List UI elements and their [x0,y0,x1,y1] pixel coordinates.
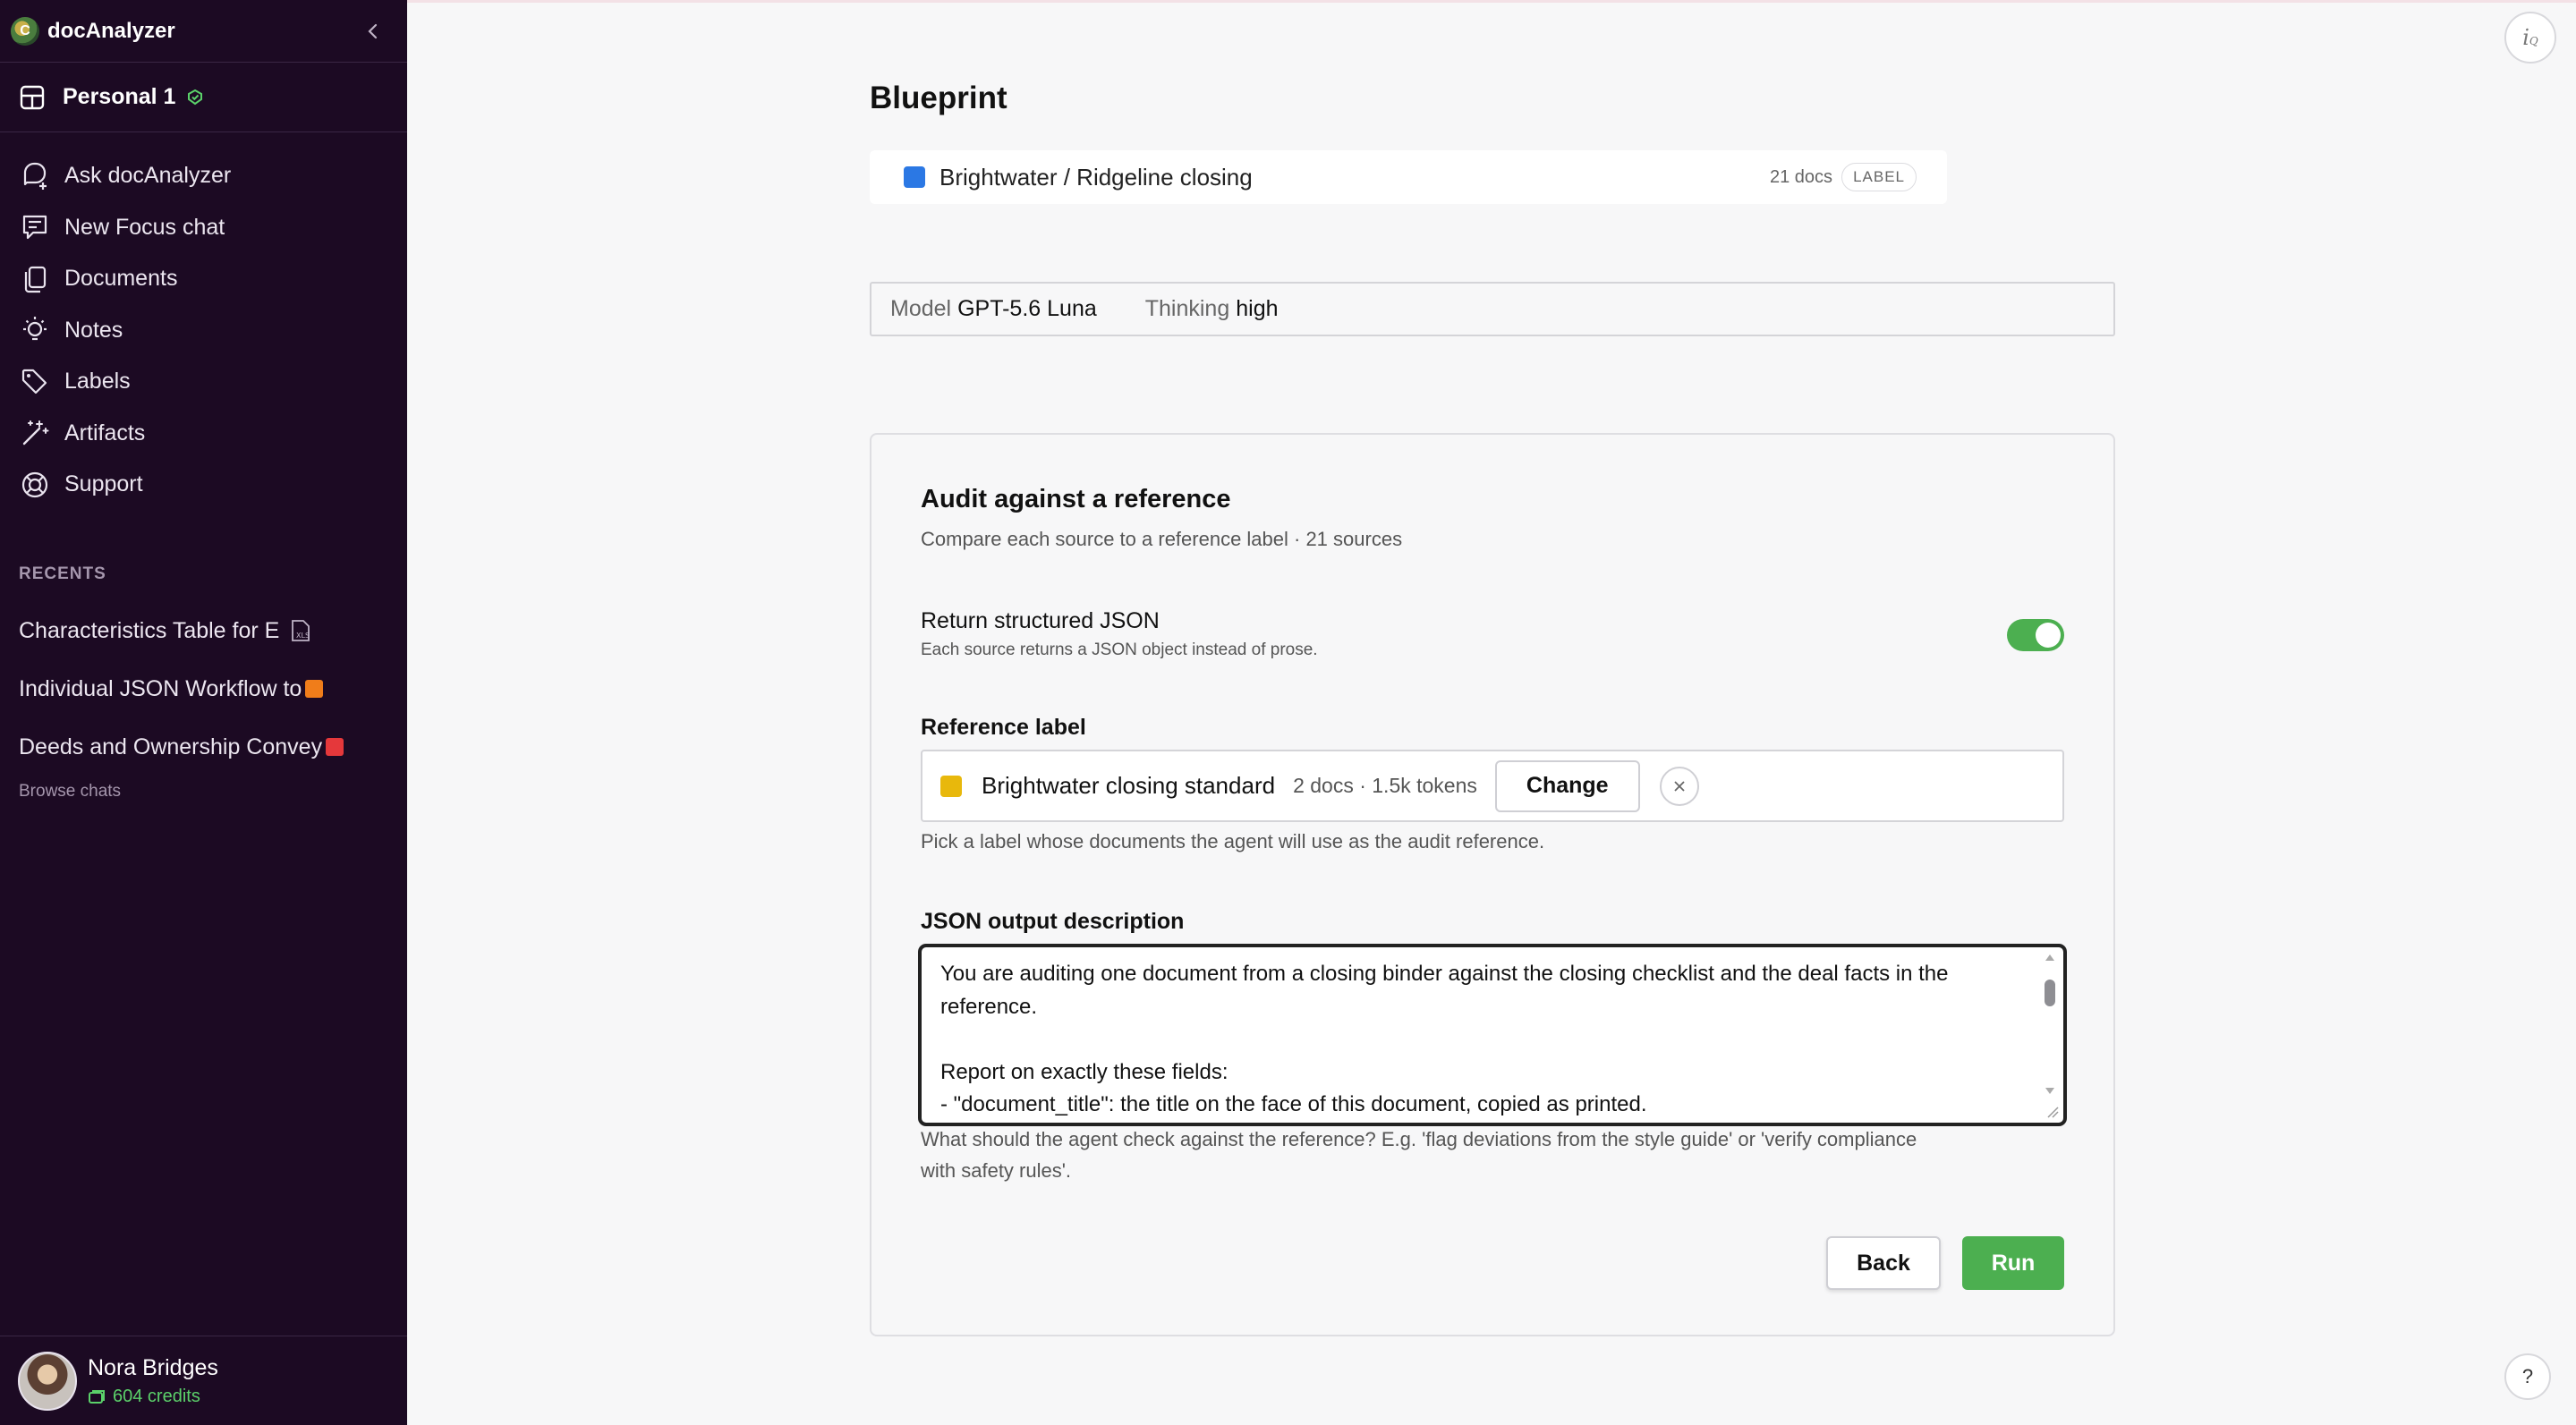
close-icon [1673,780,1685,792]
thinking-value: high [1236,296,1279,321]
source-type-badge: LABEL [1841,163,1917,191]
nav-label: Documents [64,266,178,292]
workspace-grid-icon [20,85,45,109]
documents-icon [24,266,47,293]
lightbulb-icon [23,317,47,341]
main-nav: Ask docAnalyzer New Focus chat Documents [0,132,407,511]
json-output-hint: What should the agent check against the … [921,1128,1917,1182]
blueprint-source-name: Brightwater / Ridgeline closing [939,163,1253,191]
page-title: Blueprint [870,81,1007,115]
recent-chat-item[interactable]: Deeds and Ownership Convey [0,718,407,776]
reference-label-name: Brightwater closing standard [982,772,1276,799]
change-reference-button[interactable]: Change [1494,759,1640,812]
workspace-switcher[interactable]: Personal 1 [0,63,407,132]
model-key: Model [890,296,952,321]
blueprint-source-row[interactable]: Brightwater / Ridgeline closing 21 docs … [870,150,1947,204]
json-toggle-label: Return structured JSON [921,608,1160,633]
json-output-value: You are auditing one document from a clo… [940,962,1949,1116]
audit-card: Audit against a reference Compare each s… [870,433,2115,1336]
help-button[interactable]: ? [2504,1353,2551,1400]
card-title: Audit against a reference [921,485,1231,513]
collapse-sidebar-button[interactable] [360,18,387,45]
scroll-thumb[interactable] [2045,980,2055,1006]
recent-chat-label: Deeds and Ownership Convey [19,734,323,759]
top-accent-line [407,0,2576,3]
label-color-chip [305,680,324,698]
spreadsheet-file-icon: XLS [292,620,310,641]
blueprint-doc-count: 21 docs [1770,166,1833,187]
model-settings-bar[interactable]: Model GPT-5.6 Luna Thinking high [870,282,2115,336]
resize-handle-icon[interactable] [2044,1103,2060,1119]
browse-chats-link[interactable]: Browse chats [0,782,407,802]
nav-ask-docanalyzer[interactable]: Ask docAnalyzer [0,150,407,202]
scroll-up-icon [2045,954,2054,961]
recent-chat-label: Individual JSON Workflow to [19,675,302,701]
tag-icon [21,369,47,394]
recents-heading: RECENTS [19,564,106,583]
magic-wand-icon [22,420,49,445]
reference-label-meta: 2 docs · 1.5k tokens [1293,774,1477,797]
info-icon: iQ [2522,25,2538,50]
focus-chat-icon [22,216,47,240]
reference-label-hint: Pick a label whose documents the agent w… [921,830,1545,852]
toggle-knob [2036,623,2061,648]
credits-icon [89,1390,105,1404]
nav-labels[interactable]: Labels [0,356,407,408]
card-subtitle: Compare each source to a reference label… [921,528,1403,550]
app-logo-icon: C [11,16,39,46]
scroll-down-icon [2045,1088,2054,1094]
brand[interactable]: C docAnalyzer [0,0,407,63]
nav-label: Notes [64,317,123,343]
workspace-name: Personal 1 [63,84,176,109]
verified-badge-icon [188,89,203,105]
recents-list: Characteristics Table for E XLS Individu… [0,602,407,776]
user-name: Nora Bridges [88,1354,218,1380]
label-color-chip [940,775,962,797]
nav-label: Labels [64,369,131,394]
nav-notes[interactable]: Notes [0,305,407,357]
label-color-chip [326,738,344,756]
thinking-key: Thinking [1144,296,1230,321]
textarea-scrollbar[interactable] [2042,953,2058,1117]
nav-label: Artifacts [64,420,146,445]
nav-documents[interactable]: Documents [0,253,407,305]
chat-plus-icon [23,162,47,190]
back-button[interactable]: Back [1826,1236,1941,1290]
structured-json-toggle[interactable] [2007,619,2064,651]
json-output-heading: JSON output description [921,909,1185,934]
user-profile[interactable]: Nora Bridges 604 credits [0,1336,407,1425]
run-button[interactable]: Run [1962,1236,2064,1290]
avatar [18,1351,77,1411]
svg-text:XLS: XLS [296,632,310,640]
model-value: GPT-5.6 Luna [957,296,1097,321]
sidebar: C docAnalyzer Personal 1 Ask docAnalyzer [0,0,407,1425]
user-credits: 604 credits [88,1387,218,1407]
nav-support[interactable]: Support [0,459,407,511]
nav-label: Ask docAnalyzer [64,163,232,189]
clear-reference-button[interactable] [1659,766,1699,806]
chevron-left-icon [368,23,378,39]
info-button[interactable]: iQ [2504,12,2556,64]
nav-artifacts[interactable]: Artifacts [0,408,407,460]
app-name: docAnalyzer [47,18,175,43]
user-meta: Nora Bridges 604 credits [88,1355,218,1407]
credits-label: 604 credits [113,1386,200,1406]
nav-label: Support [64,471,143,497]
label-color-chip [904,166,925,188]
reference-label-field: Brightwater closing standard 2 docs · 1.… [921,750,2064,822]
question-mark-icon: ? [2521,1365,2534,1387]
reference-label-heading: Reference label [921,715,1086,740]
nav-label: New Focus chat [64,214,225,240]
recent-chat-item[interactable]: Individual JSON Workflow to [0,660,407,718]
nav-new-focus-chat[interactable]: New Focus chat [0,202,407,254]
json-toggle-description: Each source returns a JSON object instea… [921,640,1318,659]
lifebuoy-icon [21,471,48,497]
recent-chat-item[interactable]: Characteristics Table for E XLS [0,602,407,660]
recent-chat-label: Characteristics Table for E [19,617,280,643]
json-output-textarea[interactable]: You are auditing one document from a clo… [918,944,2067,1126]
